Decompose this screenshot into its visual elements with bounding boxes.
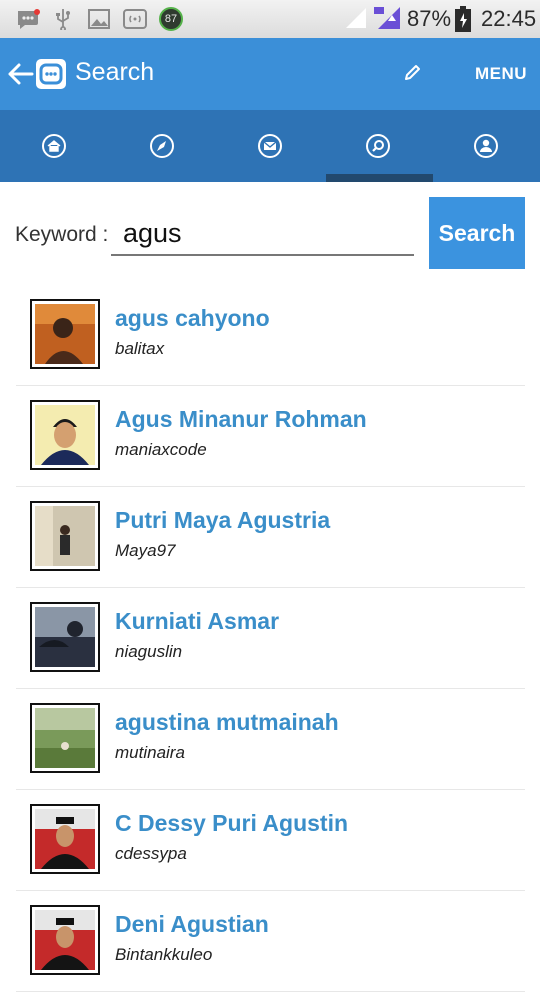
result-username: mutinaira bbox=[115, 743, 185, 762]
list-item[interactable]: agustina mutmainah mutinaira bbox=[16, 689, 525, 790]
avatar[interactable] bbox=[30, 299, 100, 369]
avatar[interactable] bbox=[30, 501, 100, 571]
list-item[interactable]: Putri Maya Agustria Maya97 bbox=[16, 487, 525, 588]
list-item[interactable]: C Dessy Puri Agustin cdessypa bbox=[16, 790, 525, 891]
result-name[interactable]: agustina mutmainah bbox=[115, 709, 339, 736]
avatar[interactable] bbox=[30, 602, 100, 672]
avatar[interactable] bbox=[30, 703, 100, 773]
result-username: niaguslin bbox=[115, 642, 183, 661]
pencil-icon[interactable] bbox=[402, 63, 422, 83]
tab-search[interactable] bbox=[324, 110, 432, 182]
bbm-icon bbox=[18, 9, 40, 29]
rocket-icon bbox=[150, 134, 174, 158]
battery-percent: 87% bbox=[407, 6, 452, 31]
clock: 22:45 bbox=[481, 6, 537, 31]
result-username: Bintankkuleo bbox=[115, 945, 213, 964]
result-username: cdessypa bbox=[115, 844, 187, 863]
menu-button[interactable]: MENU bbox=[475, 64, 527, 84]
keyword-input[interactable] bbox=[111, 212, 414, 256]
tab-profile[interactable] bbox=[432, 110, 540, 182]
home-icon bbox=[42, 134, 66, 158]
badge-number: 87 bbox=[164, 13, 178, 25]
list-item[interactable]: Kurniati Asmar niaguslin bbox=[16, 588, 525, 689]
tab-home[interactable] bbox=[0, 110, 108, 182]
app-bar: Search MENU bbox=[0, 38, 540, 110]
notification-badge: 87 bbox=[159, 7, 183, 31]
tab-bar bbox=[0, 110, 540, 182]
status-bar: 87 87% 22:45 bbox=[0, 0, 540, 38]
page-title: Search bbox=[75, 58, 155, 86]
avatar[interactable] bbox=[30, 905, 100, 975]
list-item[interactable]: agus cahyono balitax bbox=[16, 285, 525, 386]
wifi-box-icon bbox=[123, 9, 147, 29]
keyword-label: Keyword : bbox=[15, 223, 109, 246]
result-username: maniaxcode bbox=[115, 440, 207, 459]
result-username: balitax bbox=[115, 339, 165, 358]
result-name[interactable]: C Dessy Puri Agustin bbox=[115, 810, 348, 837]
tab-explore[interactable] bbox=[108, 110, 216, 182]
avatar[interactable] bbox=[30, 400, 100, 470]
search-icon bbox=[366, 134, 390, 158]
active-tab-indicator bbox=[326, 174, 433, 182]
signal-icon-2 bbox=[374, 7, 400, 29]
result-name[interactable]: Putri Maya Agustria bbox=[115, 507, 330, 534]
list-item[interactable]: Agus Minanur Rohman maniaxcode bbox=[16, 386, 525, 487]
result-username: Maya97 bbox=[115, 541, 176, 560]
result-name[interactable]: agus cahyono bbox=[115, 305, 270, 332]
result-name[interactable]: Agus Minanur Rohman bbox=[115, 406, 367, 433]
image-icon bbox=[88, 9, 110, 29]
avatar[interactable] bbox=[30, 804, 100, 874]
result-name[interactable]: Kurniati Asmar bbox=[115, 608, 279, 635]
back-arrow-icon[interactable] bbox=[6, 60, 34, 88]
list-item[interactable]: Deni Agustian Bintankkuleo bbox=[16, 891, 525, 992]
tab-messages[interactable] bbox=[216, 110, 324, 182]
profile-icon bbox=[474, 134, 498, 158]
signal-icon bbox=[346, 8, 366, 28]
results-list: agus cahyono balitax Agus Minanur Rohman… bbox=[16, 285, 525, 992]
usb-icon bbox=[56, 9, 70, 30]
search-button[interactable]: Search bbox=[429, 197, 525, 269]
mail-icon bbox=[258, 134, 282, 158]
battery-icon bbox=[455, 6, 471, 32]
app-logo-icon bbox=[36, 59, 66, 89]
result-name[interactable]: Deni Agustian bbox=[115, 911, 269, 938]
